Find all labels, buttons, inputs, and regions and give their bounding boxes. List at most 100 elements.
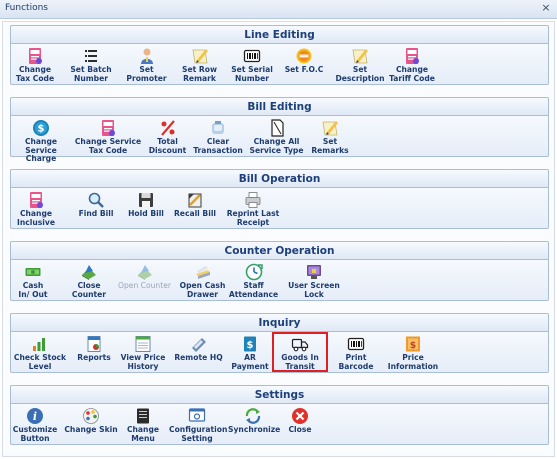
user-screen-lock-button[interactable]: User Screen Lock bbox=[286, 260, 342, 300]
close-counter-button[interactable]: Close Counter bbox=[65, 260, 113, 300]
button-label: Goods In Transit bbox=[281, 353, 319, 371]
close-button[interactable]: Close bbox=[280, 404, 320, 444]
button-label: Set Promoter bbox=[126, 65, 167, 83]
set-description-button[interactable]: Set Description bbox=[334, 44, 386, 84]
button-label: Price Information bbox=[387, 353, 439, 371]
note-pencil-icon bbox=[322, 121, 338, 136]
button-label: Reports bbox=[77, 353, 111, 362]
clear-transaction-button[interactable]: Clear Transaction bbox=[193, 116, 243, 156]
change-tariff-code-button[interactable]: Change Tariff Code bbox=[386, 44, 438, 84]
reprint-last-receipt-button[interactable]: Reprint Last Receipt bbox=[222, 188, 284, 228]
note-pencil-icon bbox=[352, 49, 368, 64]
set-row-remark-button[interactable]: Set Row Remark bbox=[173, 44, 226, 84]
close-icon[interactable]: × bbox=[539, 1, 553, 15]
set-batch-number-button[interactable]: Set Batch Number bbox=[66, 44, 116, 84]
truck-icon bbox=[291, 338, 309, 352]
button-label: Set Row Remark bbox=[182, 65, 217, 83]
customize-button-button[interactable]: i Customize Button bbox=[11, 404, 59, 444]
change-all-service-type-button[interactable]: Change All Service Type bbox=[245, 116, 308, 156]
tax-doc-icon bbox=[30, 192, 43, 208]
report-icon bbox=[87, 336, 101, 352]
configuration-icon bbox=[188, 408, 206, 422]
button-label: Customize Button bbox=[12, 425, 58, 443]
print-barcode-button[interactable]: Print Barcode bbox=[330, 332, 382, 372]
button-label: Change Tariff Code bbox=[389, 65, 435, 83]
change-menu-button[interactable]: Change Menu bbox=[120, 404, 166, 444]
button-label: User Screen Lock bbox=[288, 281, 340, 299]
button-label: Change Service Tax Code bbox=[74, 137, 142, 155]
functions-panel: Line Editing Change Tax Code Set Batch Num… bbox=[2, 21, 555, 457]
set-serial-number-button[interactable]: Set Serial Number bbox=[227, 44, 277, 84]
cash-drawer-icon bbox=[195, 266, 210, 279]
button-label: Change Inclusive bbox=[17, 209, 55, 227]
staff-attendance-button[interactable]: Staff Attendance bbox=[227, 260, 280, 300]
printer-icon bbox=[245, 192, 261, 208]
counter-icon bbox=[82, 265, 96, 280]
section-counter-operation: Counter Operation Cash In/ Out Close Count… bbox=[10, 241, 549, 301]
change-service-charge-button[interactable]: $ Change Service Charge bbox=[11, 116, 71, 163]
change-tax-code-button[interactable]: Change Tax Code bbox=[11, 44, 59, 84]
button-label: Change All Service Type bbox=[249, 137, 304, 155]
dollar-coin-icon: $ bbox=[33, 120, 49, 136]
svg-text:$: $ bbox=[247, 340, 254, 351]
button-label: Open Cash Drawer bbox=[179, 281, 226, 299]
button-label: Change Service Charge bbox=[24, 137, 58, 163]
button-label: Set Description bbox=[335, 65, 385, 83]
section-title: Bill Operation bbox=[10, 169, 549, 187]
find-bill-button[interactable]: Find Bill bbox=[73, 188, 119, 228]
price-history-icon bbox=[135, 336, 151, 352]
remote-hq-button[interactable]: Remote HQ bbox=[170, 332, 227, 372]
set-remarks-button[interactable]: Set Remarks bbox=[310, 116, 350, 156]
change-inclusive-button[interactable]: Change Inclusive bbox=[17, 188, 55, 228]
price-info-icon: $ bbox=[406, 336, 420, 352]
batch-list-icon bbox=[85, 50, 97, 62]
section-title: Bill Editing bbox=[10, 97, 549, 115]
svg-text:$: $ bbox=[38, 124, 45, 135]
configuration-setting-button[interactable]: Configuration Setting bbox=[169, 404, 228, 444]
button-label: Set F.O.C bbox=[284, 65, 324, 74]
cash-in-out-button[interactable]: Cash In/ Out bbox=[13, 260, 53, 300]
button-label: View Price History bbox=[120, 353, 166, 371]
barcode-icon bbox=[347, 337, 365, 351]
section-bill-editing: Bill Editing $ Change Service Charge Change… bbox=[10, 97, 549, 163]
button-label: Change Tax Code bbox=[15, 65, 55, 83]
hold-bill-button[interactable]: Hold Bill bbox=[123, 188, 169, 228]
free-badge-icon bbox=[296, 48, 312, 64]
button-label: Cash In/ Out bbox=[18, 281, 48, 299]
check-stock-level-button[interactable]: Check Stock Level bbox=[11, 332, 69, 372]
change-service-tax-code-button[interactable]: Change Service Tax Code bbox=[73, 116, 143, 156]
recall-icon bbox=[188, 193, 202, 208]
tax-doc-icon bbox=[102, 120, 115, 136]
section-buttons: Check Stock Level Reports View Price Histo… bbox=[10, 331, 549, 373]
section-buttons: Change Tax Code Set Batch Number Set Promo… bbox=[10, 43, 549, 85]
title-bar: Functions × bbox=[0, 0, 557, 19]
button-label: Total Discount bbox=[148, 137, 187, 155]
price-information-button[interactable]: $ Price Information bbox=[384, 332, 442, 372]
clock-icon bbox=[245, 263, 263, 281]
cash-icon bbox=[25, 268, 41, 276]
promoter-person-icon bbox=[140, 48, 153, 64]
button-label: Recall Bill bbox=[173, 209, 217, 218]
button-label: Staff Attendance bbox=[228, 281, 279, 299]
menu-icon bbox=[137, 408, 149, 424]
ar-payment-button[interactable]: $ AR Payment bbox=[229, 332, 271, 372]
reports-button[interactable]: Reports bbox=[72, 332, 116, 372]
button-label: Configuration Setting bbox=[169, 425, 228, 443]
info-icon: i bbox=[27, 408, 43, 424]
section-bill-operation: Bill Operation Change Inclusive Find Bill H… bbox=[10, 169, 549, 229]
recall-bill-button[interactable]: Recall Bill bbox=[171, 188, 219, 228]
goods-in-transit-button[interactable]: Goods In Transit bbox=[272, 332, 328, 372]
dollar-doc-icon: $ bbox=[244, 336, 256, 352]
total-discount-button[interactable]: Total Discount bbox=[144, 116, 191, 156]
counter-icon bbox=[137, 265, 152, 280]
button-label: Change Menu bbox=[126, 425, 160, 443]
set-f-o-c-button[interactable]: Set F.O.C bbox=[279, 44, 329, 84]
open-cash-drawer-button[interactable]: Open Cash Drawer bbox=[175, 260, 230, 300]
section-buttons: i Customize Button Change Skin Change Menu C… bbox=[10, 403, 549, 445]
change-skin-button[interactable]: Change Skin bbox=[64, 404, 118, 444]
synchronize-button[interactable]: Synchronize bbox=[228, 404, 280, 444]
button-label: Hold Bill bbox=[128, 209, 164, 218]
note-pencil-icon bbox=[192, 49, 208, 64]
set-promoter-button[interactable]: Set Promoter bbox=[118, 44, 175, 84]
view-price-history-button[interactable]: View Price History bbox=[118, 332, 168, 372]
